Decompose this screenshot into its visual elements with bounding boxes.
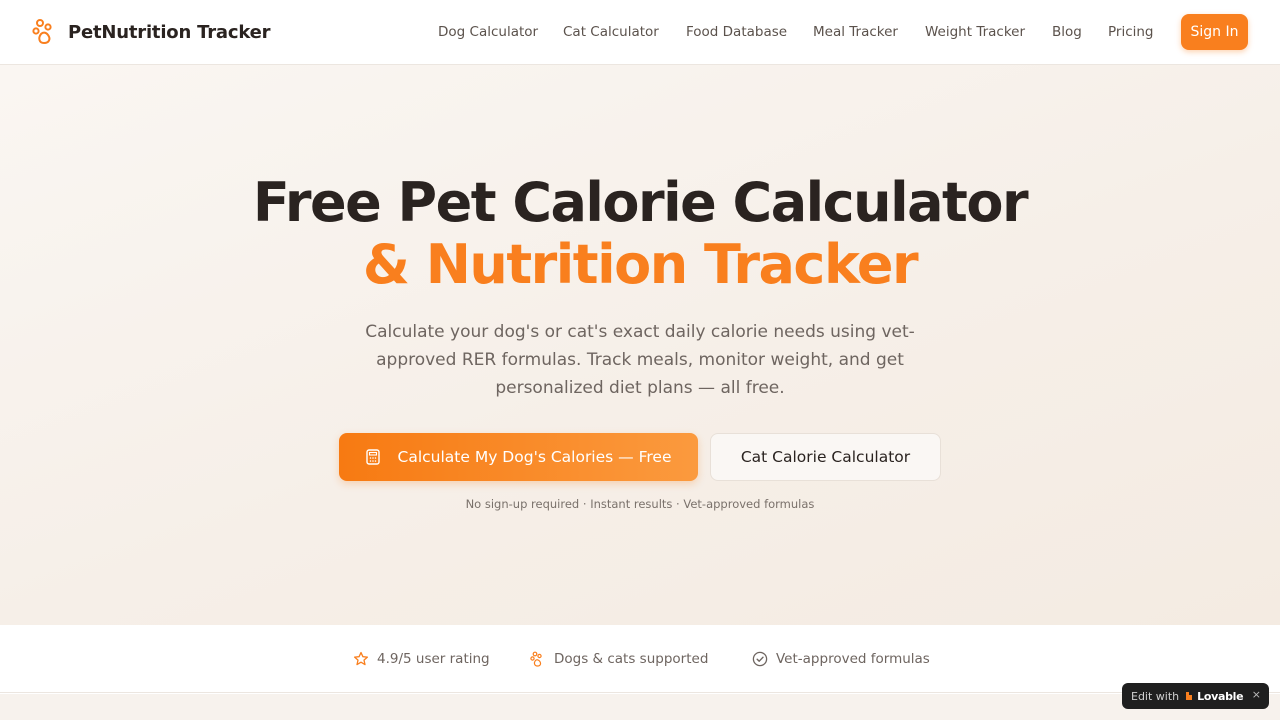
edit-with-lovable-badge[interactable]: Edit with Lovable × [1122,683,1269,709]
hero-note: No sign-up required · Instant results · … [465,497,815,511]
calculator-icon [365,449,380,465]
trust-stats-bar: 4.9/5 user rating Dogs & cats supported … [0,625,1280,693]
paw-icon [530,651,542,667]
nav-cat-calculator[interactable]: Cat Calculator [563,24,659,40]
star-icon [353,651,369,666]
nav-meal-tracker[interactable]: Meal Tracker [813,24,898,40]
next-section-edge [0,694,1280,720]
close-icon[interactable]: × [1252,688,1261,701]
nav-blog[interactable]: Blog [1052,24,1082,40]
hero-title: Free Pet Calorie Calculator [252,171,1029,234]
check-circle-icon [752,651,768,667]
stat-formulas-label: Vet-approved formulas [776,651,930,667]
hero-section: Free Pet Calorie Calculator & Nutrition … [0,65,1280,625]
stat-rating-label: 4.9/5 user rating [377,651,490,667]
nav-pricing[interactable]: Pricing [1108,24,1154,40]
main-nav: Dog Calculator Cat Calculator Food Datab… [0,0,1280,64]
nav-weight-tracker[interactable]: Weight Tracker [925,24,1025,40]
stat-formulas: Vet-approved formulas [752,651,930,667]
primary-cta-label: Calculate My Dog's Calories — Free [397,448,672,466]
nav-food-database[interactable]: Food Database [686,24,787,40]
badge-brand: Lovable [1197,689,1244,703]
hero-title-accent: & Nutrition Tracker [362,233,919,296]
stat-species-label: Dogs & cats supported [554,651,709,667]
stat-rating: 4.9/5 user rating [353,651,490,667]
badge-edit-label: Edit with [1131,689,1180,703]
stat-species: Dogs & cats supported [530,651,708,667]
cat-calorie-calculator-button[interactable]: Cat Calorie Calculator [710,433,941,481]
nav-dog-calculator[interactable]: Dog Calculator [438,24,538,40]
sign-in-button[interactable]: Sign In [1181,14,1248,50]
site-header: PetNutrition Tracker Dog Calculator Cat … [0,0,1280,65]
calculate-dog-calories-button[interactable]: Calculate My Dog's Calories — Free [339,433,698,481]
lovable-heart-icon [1186,692,1193,700]
hero-subtitle: Calculate your dog's or cat's exact dail… [365,322,915,398]
